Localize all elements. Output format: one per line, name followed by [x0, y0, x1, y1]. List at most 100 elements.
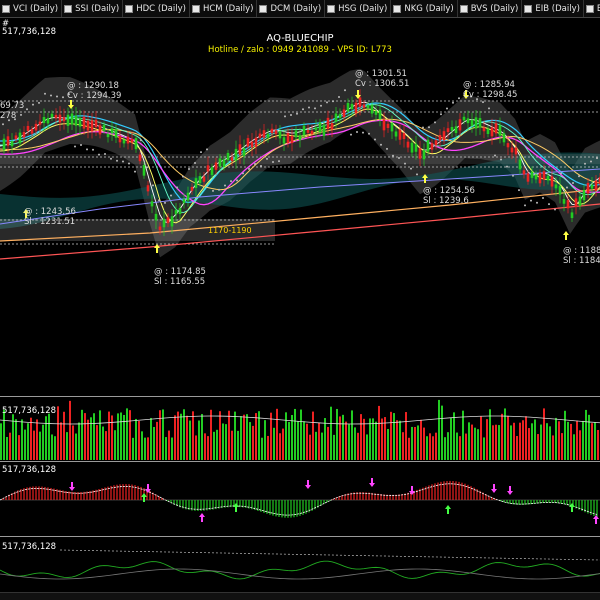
resistance-zone [0, 154, 600, 164]
volume-bar [585, 409, 587, 460]
sar-dot [392, 154, 394, 157]
lower-indicator-panel[interactable]: 517,736,128 [0, 538, 600, 592]
price-chart-panel[interactable]: # 517,736,128 [0, 19, 600, 395]
tab-label: NKG (Daily) [404, 4, 454, 14]
volume-bar [513, 422, 515, 460]
volume-bar [384, 417, 386, 460]
candle-body [186, 192, 190, 201]
candle-body [258, 133, 262, 138]
volume-bar [318, 423, 320, 460]
volume-bar [84, 413, 86, 460]
volume-panel[interactable]: 517,736,128 [0, 398, 600, 460]
volume-bar [375, 421, 377, 460]
price-chart-canvas [0, 68, 600, 260]
sar-dot [488, 107, 490, 110]
sar-dot [110, 157, 112, 160]
candle-body [438, 134, 442, 141]
volume-bar [48, 413, 50, 460]
sar-dot [482, 101, 484, 104]
volume-bar [342, 414, 344, 460]
tab-label: HDC (Daily) [136, 4, 186, 14]
annotation-b3: @ : 1174.85 Sl : 1165.55 [154, 267, 206, 287]
chart-subtitle: Hotline / zalo : 0949 241089 - VPS ID: L… [208, 45, 392, 55]
sar-dot [164, 201, 166, 204]
volume-bar [108, 411, 110, 460]
sar-dot [380, 143, 382, 146]
volume-bar [192, 411, 194, 460]
volume-bar [423, 427, 425, 460]
sar-dot [56, 95, 58, 98]
annotation-b4: @ : 1188.6Sl : 1184.0 [563, 246, 600, 266]
sar-dot [152, 184, 154, 187]
symbol-tab[interactable]: EIB (Daily) [522, 0, 584, 17]
volume-bar [528, 428, 530, 460]
volume-bar [153, 426, 155, 460]
tab-checkbox-icon [64, 5, 73, 13]
candle-body [234, 148, 238, 161]
volume-bar [24, 429, 26, 460]
volume-bar [369, 418, 371, 460]
volume-bar [324, 418, 326, 460]
volume-bar [567, 421, 569, 460]
sar-dot [524, 204, 526, 207]
sar-dot [146, 166, 148, 169]
volume-bar [426, 436, 428, 460]
volume-bar [549, 426, 551, 460]
tab-checkbox-icon [327, 5, 336, 13]
panel-separator[interactable] [0, 536, 600, 537]
symbol-tab[interactable]: BVS (Daily) [458, 0, 523, 17]
bottom-status-bar [0, 592, 600, 600]
candle-body [354, 102, 358, 114]
sar-dot [98, 153, 100, 156]
volume-bar [264, 420, 266, 460]
symbol-tab[interactable]: VCI (Daily) [0, 0, 63, 17]
sar-dot [236, 179, 238, 182]
volume-bar [213, 431, 215, 460]
panel-separator[interactable] [0, 461, 600, 462]
sar-dot [80, 143, 82, 146]
candle-body [246, 138, 250, 147]
volume-bar [510, 425, 512, 460]
volume-bar [279, 433, 281, 460]
volume-bar [330, 406, 332, 460]
sar-dot [26, 108, 28, 111]
symbol-tab[interactable]: HDC (Daily) [123, 0, 190, 17]
sar-dot [128, 162, 130, 165]
candle-body [446, 128, 450, 133]
volume-bar [27, 423, 29, 460]
sar-dot [506, 165, 508, 168]
volume-bar [591, 423, 593, 460]
candle-body [514, 147, 518, 155]
symbol-tab[interactable]: NKG (Daily) [391, 0, 458, 17]
volume-bar [159, 410, 161, 460]
volume-bar [516, 436, 518, 460]
symbol-tab[interactable]: HSG (Daily) [325, 0, 392, 17]
sar-dot [446, 107, 448, 110]
sar-dot [422, 126, 424, 129]
volume-bar [303, 421, 305, 460]
sar-dot [368, 132, 370, 135]
candle-body [362, 104, 366, 108]
candle-body [54, 114, 58, 119]
volume-bar [351, 410, 353, 460]
volume-bar [438, 399, 440, 460]
candle-body [402, 133, 406, 140]
volume-bar [120, 412, 122, 460]
candle-body [594, 180, 598, 191]
symbol-tab[interactable]: DCM (Daily) [257, 0, 326, 17]
sar-dot [326, 101, 328, 104]
symbol-tab[interactable]: BSR (Daily) [584, 0, 600, 17]
annotation-b1: @ : 1243.56 Sl : 1231.51 [24, 207, 76, 227]
tab-label: DCM (Daily) [270, 4, 322, 14]
sar-dot [338, 95, 340, 98]
candle-body [174, 210, 178, 215]
symbol-tab[interactable]: SSI (Daily) [62, 0, 124, 17]
candle-body [98, 125, 102, 135]
symbol-tab[interactable]: HCM (Daily) [190, 0, 258, 17]
oscillator-panel[interactable]: 517,736,128 [0, 463, 600, 535]
candle-body [470, 119, 474, 126]
volume-bar [273, 427, 275, 460]
candle-body [310, 130, 314, 135]
panel-separator[interactable] [0, 396, 600, 397]
buy-signal-arrow-icon [445, 505, 451, 514]
